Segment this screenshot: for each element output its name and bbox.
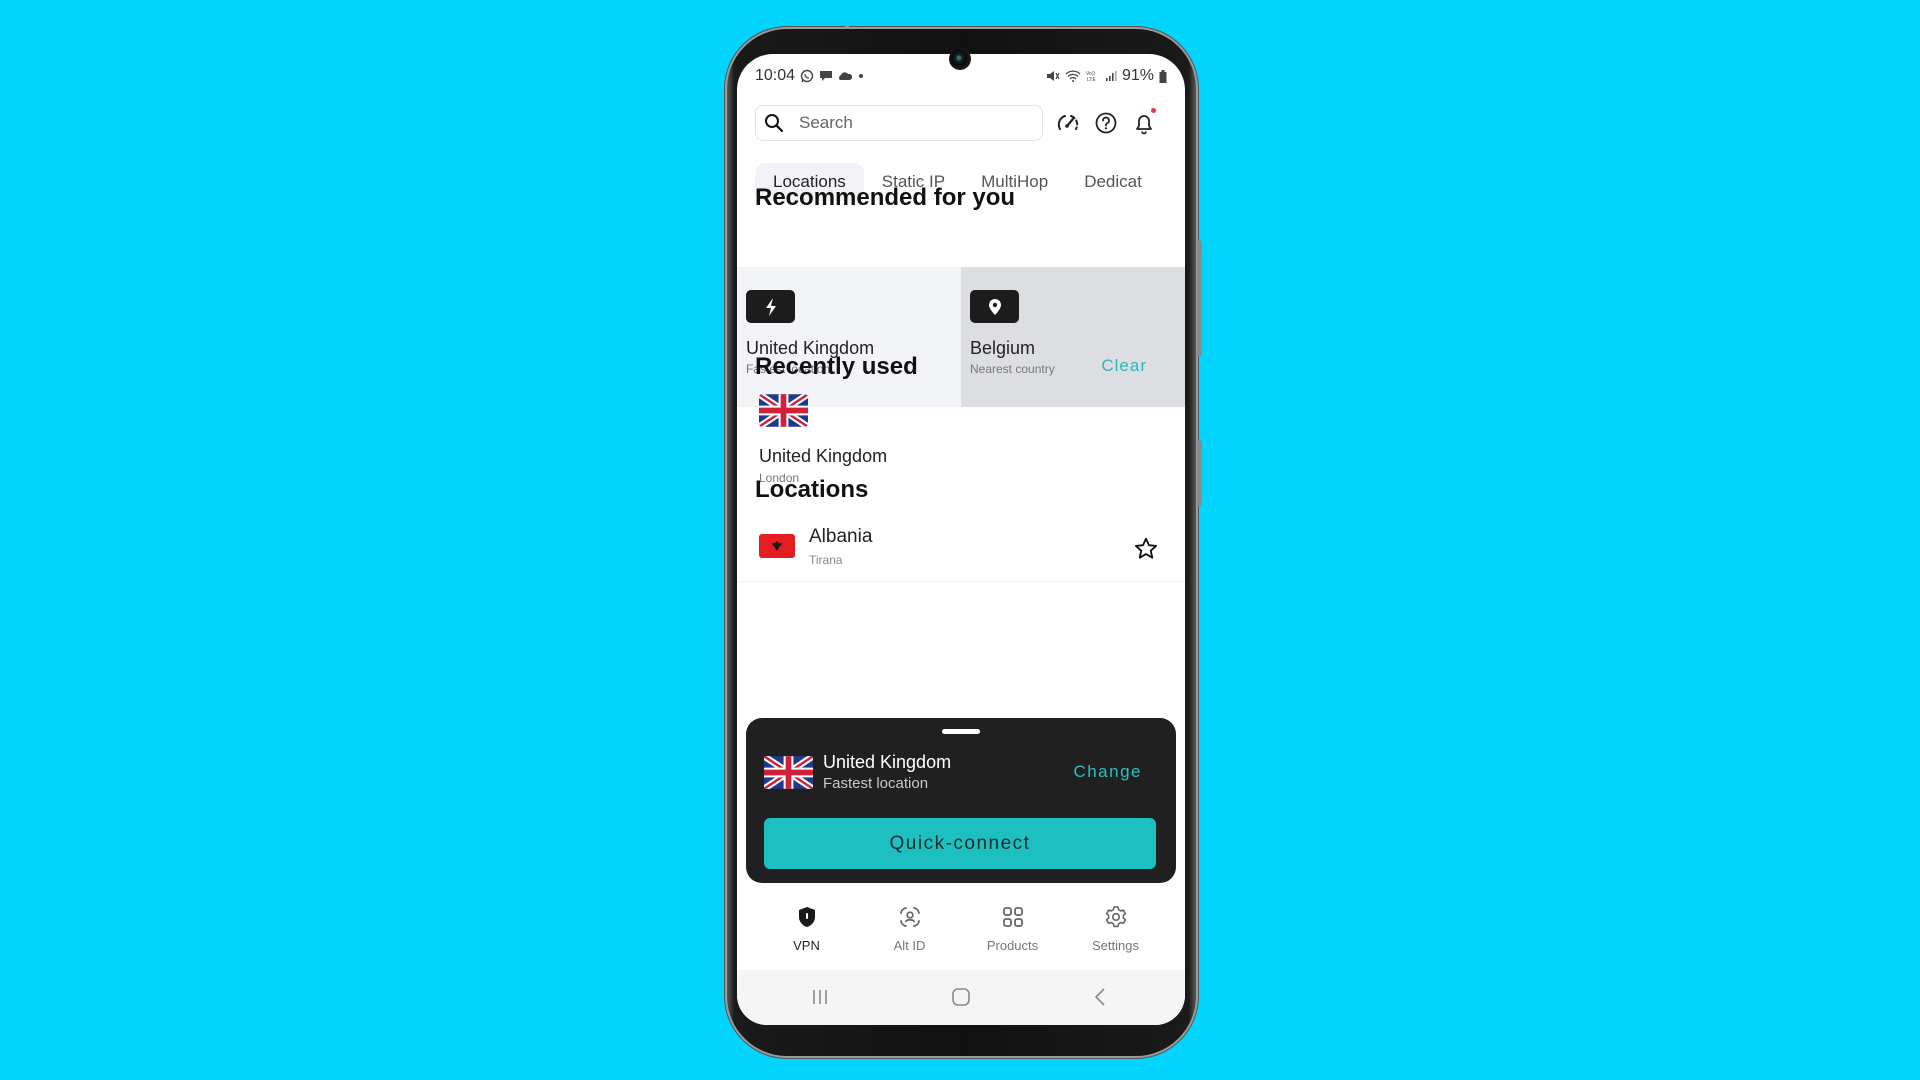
speedometer-icon (1057, 115, 1079, 130)
nav-products[interactable]: Products (961, 900, 1064, 970)
change-location-button[interactable]: Change (1073, 762, 1142, 782)
recents-icon (813, 990, 827, 1004)
nav-vpn[interactable]: VPN (755, 900, 858, 970)
notifications-button[interactable] (1131, 108, 1157, 136)
app-screen: 10:04 Vo))LTE 91% L (737, 54, 1185, 1025)
notification-badge (1151, 108, 1156, 113)
volte-icon: Vo))LTE (1086, 71, 1096, 82)
bell-icon (1136, 115, 1152, 135)
sheet-drag-handle[interactable] (942, 729, 980, 734)
nav-label: Alt ID (893, 938, 926, 953)
location-row-albania[interactable]: Albania Tirana (737, 516, 1185, 582)
recents-button[interactable] (805, 984, 835, 1010)
search-input[interactable] (799, 113, 1019, 133)
selected-location-subtitle: Fastest location (823, 775, 929, 792)
bottom-nav: VPN Alt ID Products Settings (737, 900, 1185, 970)
recent-location-name: United Kingdom (759, 446, 888, 466)
uk-flag (764, 756, 813, 789)
locations-heading: Locations (755, 476, 869, 503)
face-scan-icon (899, 907, 920, 927)
back-button[interactable] (1085, 984, 1115, 1010)
location-pin-icon (988, 298, 1001, 315)
wifi-icon (1065, 70, 1081, 82)
search-bar[interactable] (755, 105, 1043, 141)
nav-label: VPN (793, 938, 820, 953)
svg-text:LTE: LTE (1087, 77, 1096, 82)
bolt-icon (765, 297, 776, 316)
location-name: Albania (809, 526, 873, 547)
quick-connect-sheet: United Kingdom Fastest location Change Q… (746, 718, 1176, 883)
selected-location-name: United Kingdom (823, 752, 952, 772)
nav-label: Products (986, 938, 1039, 953)
signal-icon (1105, 71, 1117, 81)
cutoff-list-text (737, 882, 1185, 892)
nav-settings[interactable]: Settings (1064, 900, 1167, 970)
front-camera (949, 48, 971, 70)
clear-recent-button[interactable]: Clear (1101, 356, 1147, 376)
chat-icon (820, 71, 833, 81)
whatsapp-icon (800, 69, 814, 83)
help-button[interactable] (1093, 110, 1119, 136)
phone-top-detail (845, 25, 849, 28)
bolt-badge (746, 290, 795, 323)
recently-used-heading: Recently used (755, 353, 918, 380)
grid-icon (1002, 907, 1023, 927)
recommended-heading: Recommended for you (755, 184, 1016, 211)
back-icon (1094, 988, 1105, 1006)
mute-icon (1046, 71, 1060, 81)
gear-icon (1105, 906, 1126, 928)
tab-dedicated[interactable]: Dedicat (1066, 163, 1160, 201)
pin-badge (970, 290, 1019, 323)
shield-icon (798, 907, 815, 927)
home-icon (952, 988, 970, 1006)
cloud-icon (839, 72, 853, 80)
power-button (1197, 440, 1202, 506)
recommended-card-nearest[interactable]: Belgium Nearest country (961, 267, 1185, 407)
volume-button (1197, 240, 1202, 356)
recommended-card-fastest[interactable]: United Kingdom Fastest location (737, 267, 961, 407)
speed-test-button[interactable] (1055, 110, 1081, 136)
search-icon (765, 114, 784, 133)
location-city: Tirana (809, 553, 843, 567)
help-icon (1095, 112, 1117, 134)
home-button[interactable] (946, 984, 976, 1010)
system-nav-bar (737, 970, 1185, 1025)
recent-item[interactable]: United Kingdom London (759, 394, 887, 485)
quick-connect-button[interactable]: Quick-connect (764, 818, 1156, 869)
albania-flag (759, 534, 795, 558)
battery-percent: 91% (1121, 67, 1154, 84)
battery-icon (1159, 69, 1167, 83)
uk-flag (759, 394, 808, 427)
nav-alt-id[interactable]: Alt ID (858, 900, 961, 970)
dot-icon (859, 74, 864, 78)
star-icon[interactable] (1133, 536, 1159, 562)
nav-label: Settings (1092, 938, 1139, 953)
status-time: 10:04 (755, 67, 796, 84)
